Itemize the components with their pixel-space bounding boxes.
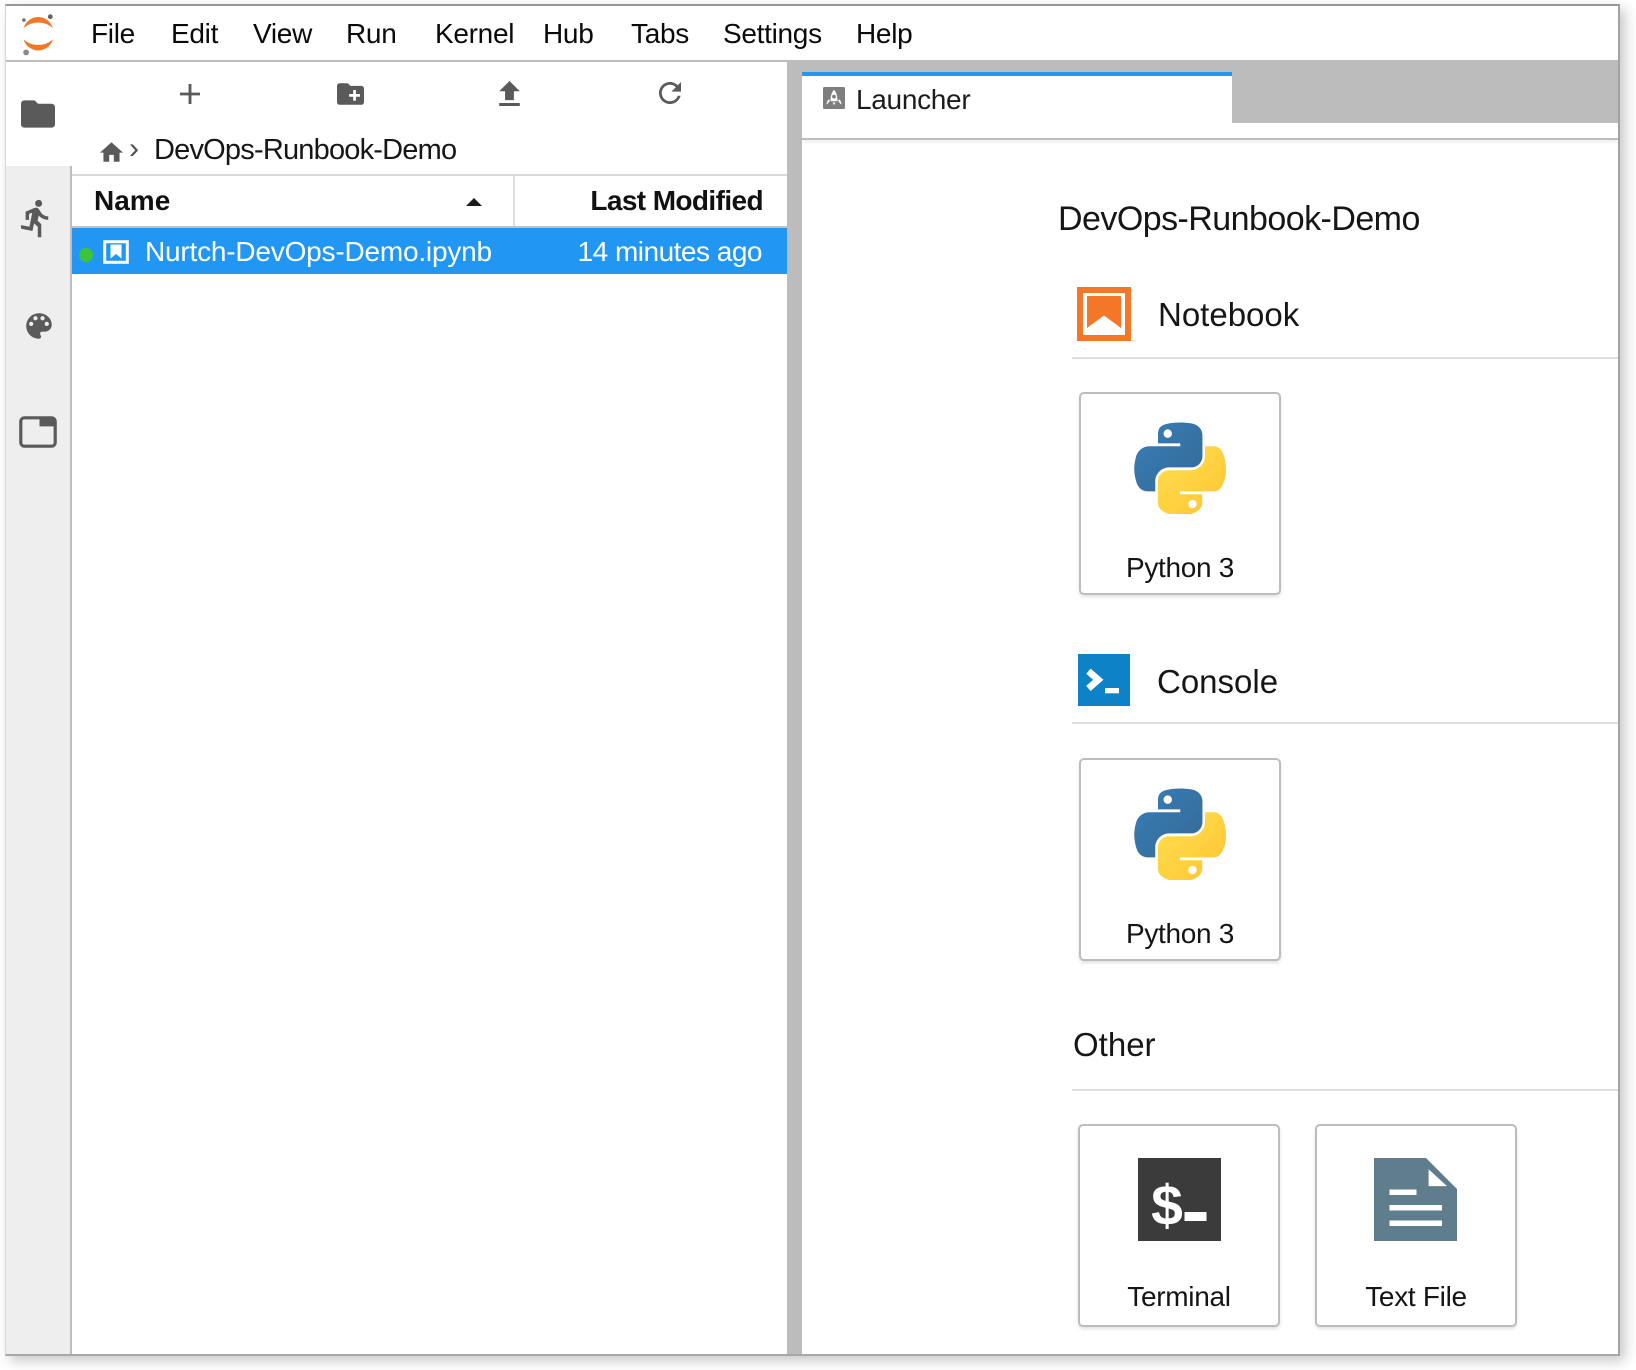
svg-text:$: $ <box>1151 1174 1183 1238</box>
